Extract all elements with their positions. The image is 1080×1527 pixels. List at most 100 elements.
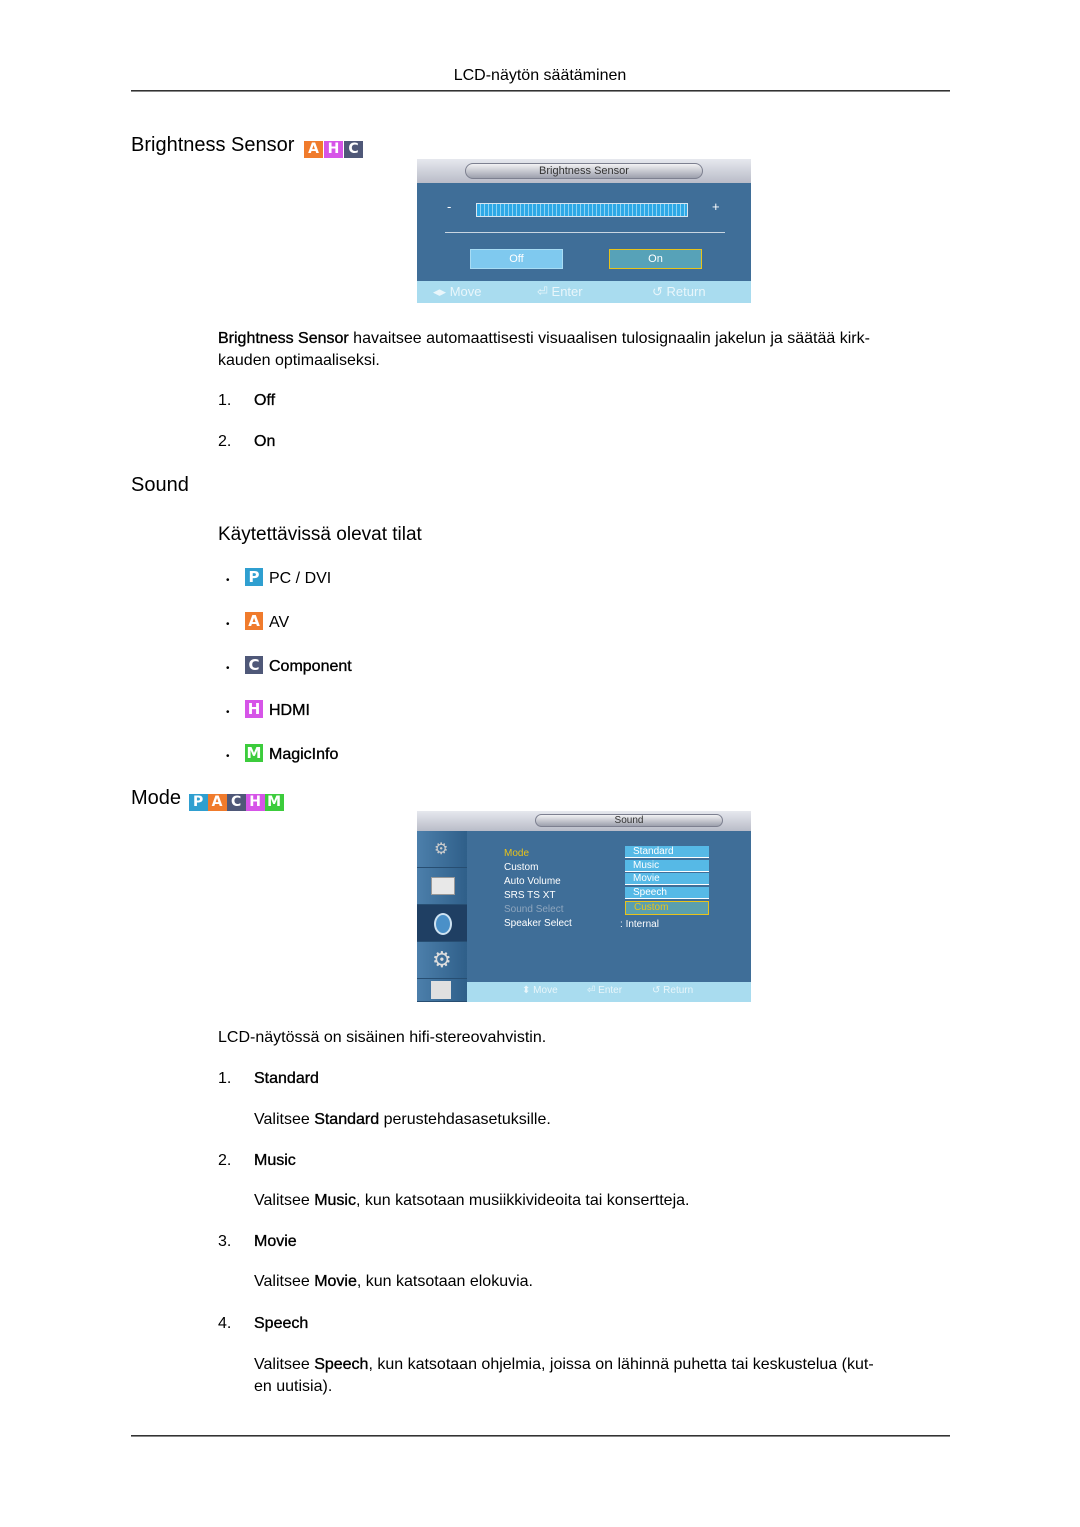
osd-divider	[445, 232, 725, 233]
enter-hint: ⏎ Enter	[537, 284, 583, 299]
magicinfo-badge-icon: M	[245, 744, 263, 762]
list-number: 1.	[218, 392, 232, 409]
list-number: 2.	[218, 433, 232, 450]
dropdown-option-standard[interactable]: Standard	[625, 846, 709, 858]
sound-icon[interactable]	[417, 905, 467, 942]
mode-item-1-title: 1. Standard	[218, 1068, 319, 1090]
hdmi-badge-icon: H	[245, 700, 263, 718]
enter-hint: ⏎ Enter	[587, 985, 623, 996]
description-line-1: havaitsee automaattisesti visuaalisen tu…	[348, 330, 870, 347]
description-line-2: kauden optimaaliseksi.	[218, 352, 380, 369]
osd-menu-mode[interactable]: Mode	[504, 848, 529, 859]
component-badge-icon: C	[245, 656, 263, 674]
brightness-sensor-description: Brightness Sensor havaitsee automaattise…	[218, 328, 953, 372]
picture-icon[interactable]	[417, 868, 467, 905]
mode-label: PC / DVI	[269, 570, 332, 587]
left-right-arrow-icon: ◂▸	[433, 284, 447, 299]
mode-list-item-av: • A AV	[226, 612, 289, 636]
bullet: •	[226, 751, 230, 762]
mode-item-2-description: Valitsee Music, kun katsotaan musiikkivi…	[254, 1192, 690, 1209]
return-hint: ↺ Return	[652, 284, 706, 299]
up-down-arrow-icon: ⬍	[522, 985, 531, 996]
mode-heading-text: Mode	[131, 787, 182, 809]
item-label: Movie	[254, 1233, 297, 1250]
hdmi-badge-icon: H	[323, 141, 343, 158]
item-label: Music	[254, 1152, 296, 1169]
brightness-option-1: 1. Off	[218, 390, 275, 412]
list-number: 3.	[218, 1233, 232, 1250]
option-label: On	[254, 433, 276, 450]
description-bold-term: Brightness Sensor	[218, 330, 349, 347]
item-label: Speech	[254, 1315, 309, 1332]
dropdown-option-music[interactable]: Music	[625, 860, 709, 872]
sound-heading: Sound	[131, 474, 189, 496]
mode-list-item-magicinfo: • M MagicInfo	[226, 744, 339, 768]
mode-item-2-title: 2. Music	[218, 1150, 296, 1172]
osd-menu-srs-ts-xt[interactable]: SRS TS XT	[504, 890, 556, 901]
mode-item-4-title: 4. Speech	[218, 1313, 308, 1335]
return-hint: ↺ Return	[652, 985, 694, 996]
speaker-value: Internal	[625, 919, 659, 930]
move-hint: ⬍ Move	[522, 985, 558, 996]
osd-menu-auto-volume[interactable]: Auto Volume	[504, 876, 561, 887]
dropdown-option-custom[interactable]: Custom	[625, 901, 709, 915]
dropdown-option-speech[interactable]: Speech	[625, 887, 709, 899]
mode-list-item-hdmi: • H HDMI	[226, 700, 310, 724]
mode-label: MagicInfo	[269, 746, 339, 763]
pc-dvi-badge-icon: P	[245, 568, 263, 586]
hdmi-badge-icon: H	[245, 794, 265, 811]
off-button[interactable]: Off	[470, 249, 563, 269]
input-icon[interactable]: ⚙	[417, 831, 467, 868]
osd-title: Sound	[535, 814, 723, 827]
osd-title: Brightness Sensor	[465, 163, 703, 179]
available-modes-heading: Käytettävissä olevat tilat	[218, 524, 422, 545]
bullet: •	[226, 575, 230, 586]
mode-label: HDMI	[269, 702, 310, 719]
list-number: 2.	[218, 1152, 232, 1169]
return-icon: ↺	[652, 985, 661, 996]
list-number: 4.	[218, 1315, 232, 1332]
brightness-option-2: 2. On	[218, 431, 276, 453]
mode-label: Component	[269, 658, 352, 675]
osd-menu-sound-select: Sound Select	[504, 904, 564, 915]
enter-icon: ⏎	[587, 985, 596, 996]
mode-item-3-description: Valitsee Movie, kun katsotaan elokuvia.	[254, 1273, 533, 1290]
item-label: Standard	[254, 1070, 319, 1087]
osd-menu-speaker-select[interactable]: Speaker Select	[504, 918, 572, 929]
osd-footer: ◂▸ Move ⏎ Enter ↺ Return	[417, 281, 751, 303]
setup-icon[interactable]: ⚙	[417, 942, 467, 979]
osd-menu-custom[interactable]: Custom	[504, 862, 538, 873]
mode-list-item-pc-dvi: • P PC / DVI	[226, 568, 331, 592]
pc-dvi-badge-icon: P	[188, 794, 208, 811]
mode-intro: LCD-näytössä on sisäinen hifi-stereovahv…	[218, 1029, 547, 1046]
brightness-sensor-heading-text: Brightness Sensor	[131, 134, 295, 156]
option-label: Off	[254, 392, 276, 409]
list-number: 1.	[218, 1070, 232, 1087]
av-badge-icon: A	[245, 612, 263, 630]
on-button[interactable]: On	[609, 249, 702, 269]
mode-item-1-description: Valitsee Standard perustehdasasetuksille…	[254, 1111, 551, 1128]
mode-item-4-description: Valitsee Speech, kun katsotaan ohjelmia,…	[254, 1356, 874, 1395]
mode-item-3-title: 3. Movie	[218, 1231, 297, 1253]
component-badge-icon: C	[226, 794, 246, 811]
brightness-slider[interactable]	[476, 203, 688, 217]
av-badge-icon: A	[303, 141, 323, 158]
osd-footer: ⬍ Move ⏎ Enter ↺ Return	[467, 982, 751, 1002]
av-badge-icon: A	[207, 794, 227, 811]
minus-label: -	[447, 199, 452, 214]
magicinfo-badge-icon: M	[264, 794, 284, 811]
multi-control-icon[interactable]	[417, 979, 467, 1002]
return-icon: ↺	[652, 284, 663, 299]
plus-label: +	[712, 199, 720, 214]
footer-rule	[131, 1435, 950, 1437]
move-hint: ◂▸ Move	[433, 284, 482, 299]
brightness-sensor-osd-screenshot: Brightness Sensor - + Off On ◂▸ Move ⏎ E…	[417, 159, 751, 303]
speaker-select-value: : Internal	[620, 919, 659, 930]
mode-heading: Mode PACHM	[131, 787, 284, 811]
brightness-sensor-heading: Brightness Sensor AHC	[131, 134, 363, 158]
dropdown-option-movie[interactable]: Movie	[625, 873, 709, 885]
enter-icon: ⏎	[537, 284, 548, 299]
sound-osd-screenshot: Sound ⚙ ⚙ Mode Custom Auto Volume SRS TS…	[417, 811, 751, 1002]
header-rule	[131, 90, 950, 92]
bullet: •	[226, 619, 230, 630]
